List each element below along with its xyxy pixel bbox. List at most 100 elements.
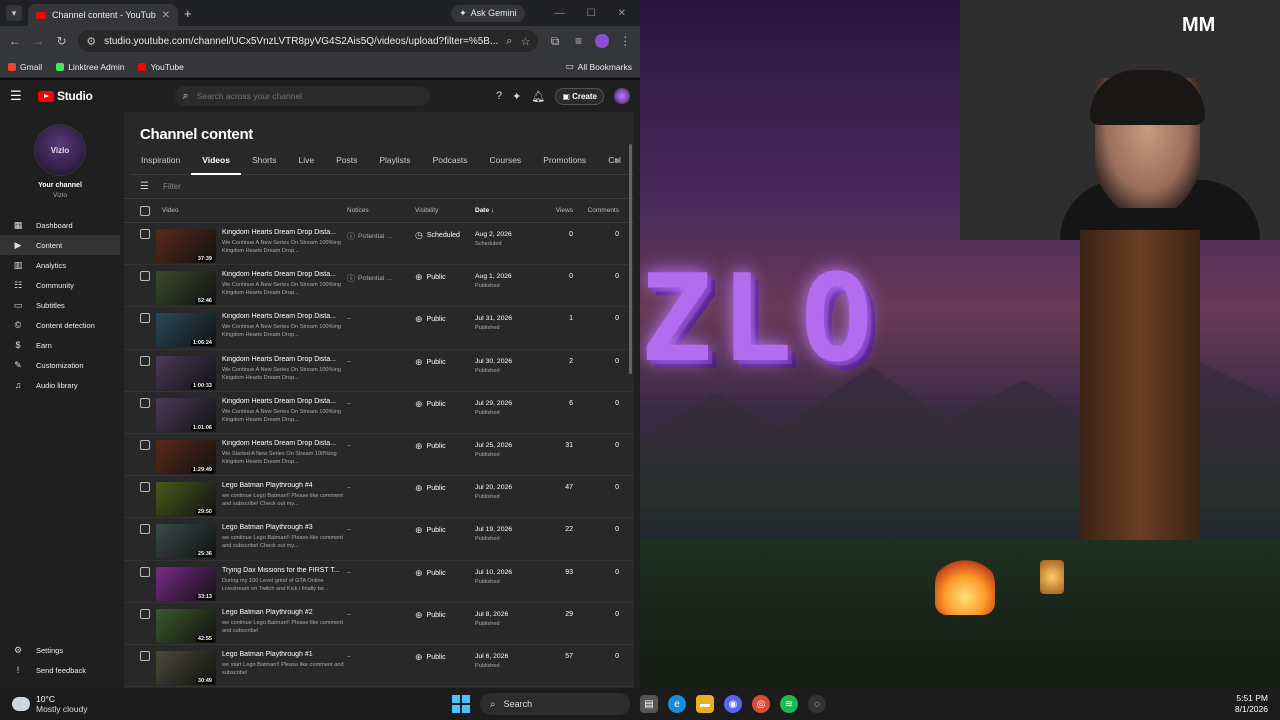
table-row[interactable]: 42:55 Lego Batman Playthrough #2 we contin…: [124, 603, 634, 645]
weather-widget[interactable]: 10°C Mostly cloudy: [12, 694, 212, 714]
video-title[interactable]: Kingdom Hearts Dream Drop Dista...: [222, 271, 344, 278]
video-title[interactable]: Lego Batman Playthrough #2: [222, 609, 344, 616]
video-title[interactable]: Kingdom Hearts Dream Drop Dista...: [222, 398, 344, 405]
notifications-bell-icon[interactable]: 🔔︎: [531, 90, 545, 103]
row-checkbox[interactable]: [140, 566, 150, 577]
tab-promotions[interactable]: Promotions: [532, 153, 597, 175]
table-row[interactable]: 1:00:33 Kingdom Hearts Dream Drop Dista..…: [124, 350, 634, 392]
video-cell[interactable]: 29:50 Lego Batman Playthrough #4 we contin…: [150, 482, 347, 517]
video-cell[interactable]: 1:00:33 Kingdom Hearts Dream Drop Dista..…: [150, 355, 347, 390]
video-cell[interactable]: 1:06:24 Kingdom Hearts Dream Drop Dista..…: [150, 313, 347, 348]
all-bookmarks[interactable]: ▭ All Bookmarks: [566, 61, 632, 72]
obs-icon[interactable]: ◌: [808, 695, 826, 713]
channel-avatar[interactable]: Vizlo: [34, 124, 86, 176]
table-row[interactable]: 37:39 Kingdom Hearts Dream Drop Dista... W…: [124, 223, 634, 266]
ask-gemini-button[interactable]: ✦ Ask Gemini: [451, 4, 525, 22]
zoom-icon[interactable]: ⌕: [506, 35, 512, 48]
table-row[interactable]: 52:46 Kingdom Hearts Dream Drop Dista... W…: [124, 265, 634, 308]
visibility-cell[interactable]: ⊕ Public: [415, 440, 475, 452]
sidebar-item-content-detection[interactable]: © Content detection: [0, 315, 120, 335]
filter-icon[interactable]: ☰: [140, 181, 149, 192]
media-controls-icon[interactable]: ≡: [572, 34, 585, 48]
notice-cell[interactable]: ⓘ Potential ...: [347, 271, 415, 284]
row-checkbox[interactable]: [140, 397, 150, 408]
video-thumbnail[interactable]: 42:55: [156, 608, 216, 643]
column-date[interactable]: Date ↓: [475, 207, 537, 214]
system-clock[interactable]: 5:51 PM 8/1/2026: [1235, 693, 1268, 715]
table-row[interactable]: 1:06:24 Kingdom Hearts Dream Drop Dista..…: [124, 307, 634, 350]
hamburger-menu-icon[interactable]: ☰: [10, 88, 28, 104]
visibility-cell[interactable]: ⊕ Public: [415, 651, 475, 663]
profile-avatar[interactable]: [595, 34, 609, 48]
row-checkbox[interactable]: [140, 439, 150, 450]
tab-videos[interactable]: Videos: [191, 153, 241, 175]
video-cell[interactable]: 25:36 Lego Batman Playthrough #3 we contin…: [150, 524, 347, 559]
video-cell[interactable]: 30:49 Lego Batman Playthrough #1 we start …: [150, 650, 347, 685]
taskbar-search[interactable]: ⌕ Search: [480, 693, 630, 715]
tab-search-button[interactable]: ▾: [6, 5, 22, 21]
tab-shorts[interactable]: Shorts: [241, 153, 288, 175]
table-row[interactable]: 29:50 Lego Batman Playthrough #4 we contin…: [124, 476, 634, 519]
video-thumbnail[interactable]: 30:49: [156, 650, 216, 685]
account-avatar[interactable]: [614, 88, 630, 104]
reload-icon[interactable]: ↻: [55, 34, 68, 48]
video-thumbnail[interactable]: 1:29:49: [156, 439, 216, 474]
visibility-cell[interactable]: ⊕ Public: [415, 524, 475, 536]
select-all-checkbox[interactable]: [140, 205, 150, 216]
maximize-icon[interactable]: ☐: [587, 8, 596, 19]
video-cell[interactable]: 42:55 Lego Batman Playthrough #2 we contin…: [150, 608, 347, 643]
tab-inspiration[interactable]: Inspiration: [130, 153, 191, 175]
sidebar-item-audio-library[interactable]: ♫ Audio library: [0, 375, 120, 395]
row-checkbox[interactable]: [140, 482, 150, 493]
bookmark-star-icon[interactable]: ☆: [520, 35, 530, 48]
sidebar-item-subtitles[interactable]: ▭ Subtitles: [0, 295, 120, 315]
video-title[interactable]: Lego Batman Playthrough #3: [222, 524, 344, 531]
visibility-cell[interactable]: ◷ Scheduled: [415, 229, 475, 241]
video-thumbnail[interactable]: 33:13: [156, 566, 216, 601]
tab-playlists[interactable]: Playlists: [368, 153, 421, 175]
address-bar[interactable]: ⚙ studio.youtube.com/channel/UCx5VnzLVTR…: [78, 30, 539, 52]
visibility-cell[interactable]: ⊕ Public: [415, 313, 475, 325]
back-arrow-icon[interactable]: ←: [8, 34, 21, 48]
row-checkbox[interactable]: [140, 524, 150, 535]
start-button[interactable]: [452, 695, 470, 713]
discord-icon[interactable]: ◉: [724, 695, 742, 713]
video-thumbnail[interactable]: 52:46: [156, 271, 216, 306]
sidebar-item-content[interactable]: ▶ Content: [0, 235, 120, 255]
visibility-cell[interactable]: ⊕ Public: [415, 398, 475, 410]
close-tab-icon[interactable]: ✕: [162, 10, 170, 21]
video-cell[interactable]: 1:01:06 Kingdom Hearts Dream Drop Dista..…: [150, 397, 347, 432]
row-checkbox[interactable]: [140, 229, 150, 239]
studio-logo[interactable]: Studio: [38, 89, 93, 103]
video-thumbnail[interactable]: 37:39: [156, 229, 216, 263]
video-title[interactable]: Lego Batman Playthrough #1: [222, 651, 344, 658]
video-cell[interactable]: 1:29:49 Kingdom Hearts Dream Drop Dista..…: [150, 439, 347, 474]
browser-tab[interactable]: Channel content - YouTube Studio ✕: [28, 4, 178, 26]
bookmark-youtube[interactable]: YouTube: [138, 62, 184, 72]
video-cell[interactable]: 33:13 Trying Dax Missions for the FIRST T…: [150, 566, 347, 601]
video-cell[interactable]: 37:39 Kingdom Hearts Dream Drop Dista... W…: [150, 229, 347, 263]
sidebar-item-dashboard[interactable]: ▦ Dashboard: [0, 215, 120, 235]
menu-dots-icon[interactable]: ⋮: [619, 34, 632, 48]
row-checkbox[interactable]: [140, 355, 150, 366]
sidebar-item-earn[interactable]: $ Earn: [0, 335, 120, 355]
sidebar-item-customization[interactable]: ✎ Customization: [0, 355, 120, 375]
visibility-cell[interactable]: ⊕ Public: [415, 356, 475, 368]
site-info-icon[interactable]: ⚙: [86, 35, 96, 48]
help-icon[interactable]: ?: [496, 90, 502, 102]
row-checkbox[interactable]: [140, 650, 150, 661]
video-title[interactable]: Kingdom Hearts Dream Drop Dista...: [222, 440, 344, 447]
video-thumbnail[interactable]: 25:36: [156, 524, 216, 559]
spotify-icon[interactable]: ≋: [780, 695, 798, 713]
table-row[interactable]: 33:13 Trying Dax Missions for the FIRST T…: [124, 561, 634, 603]
sidebar-item-settings[interactable]: ⚙ Settings: [0, 640, 120, 660]
video-title[interactable]: Trying Dax Missions for the FIRST T...: [222, 567, 344, 574]
video-thumbnail[interactable]: 1:00:33: [156, 355, 216, 390]
tab-posts[interactable]: Posts: [325, 153, 368, 175]
table-row[interactable]: 30:49 Lego Batman Playthrough #1 we start …: [124, 645, 634, 688]
video-thumbnail[interactable]: 1:01:06: [156, 397, 216, 432]
channel-search[interactable]: ⌕: [174, 86, 430, 106]
tab-live[interactable]: Live: [288, 153, 326, 175]
table-row[interactable]: 25:36 Lego Batman Playthrough #3 we contin…: [124, 518, 634, 561]
extensions-icon[interactable]: ⧉: [548, 34, 561, 49]
